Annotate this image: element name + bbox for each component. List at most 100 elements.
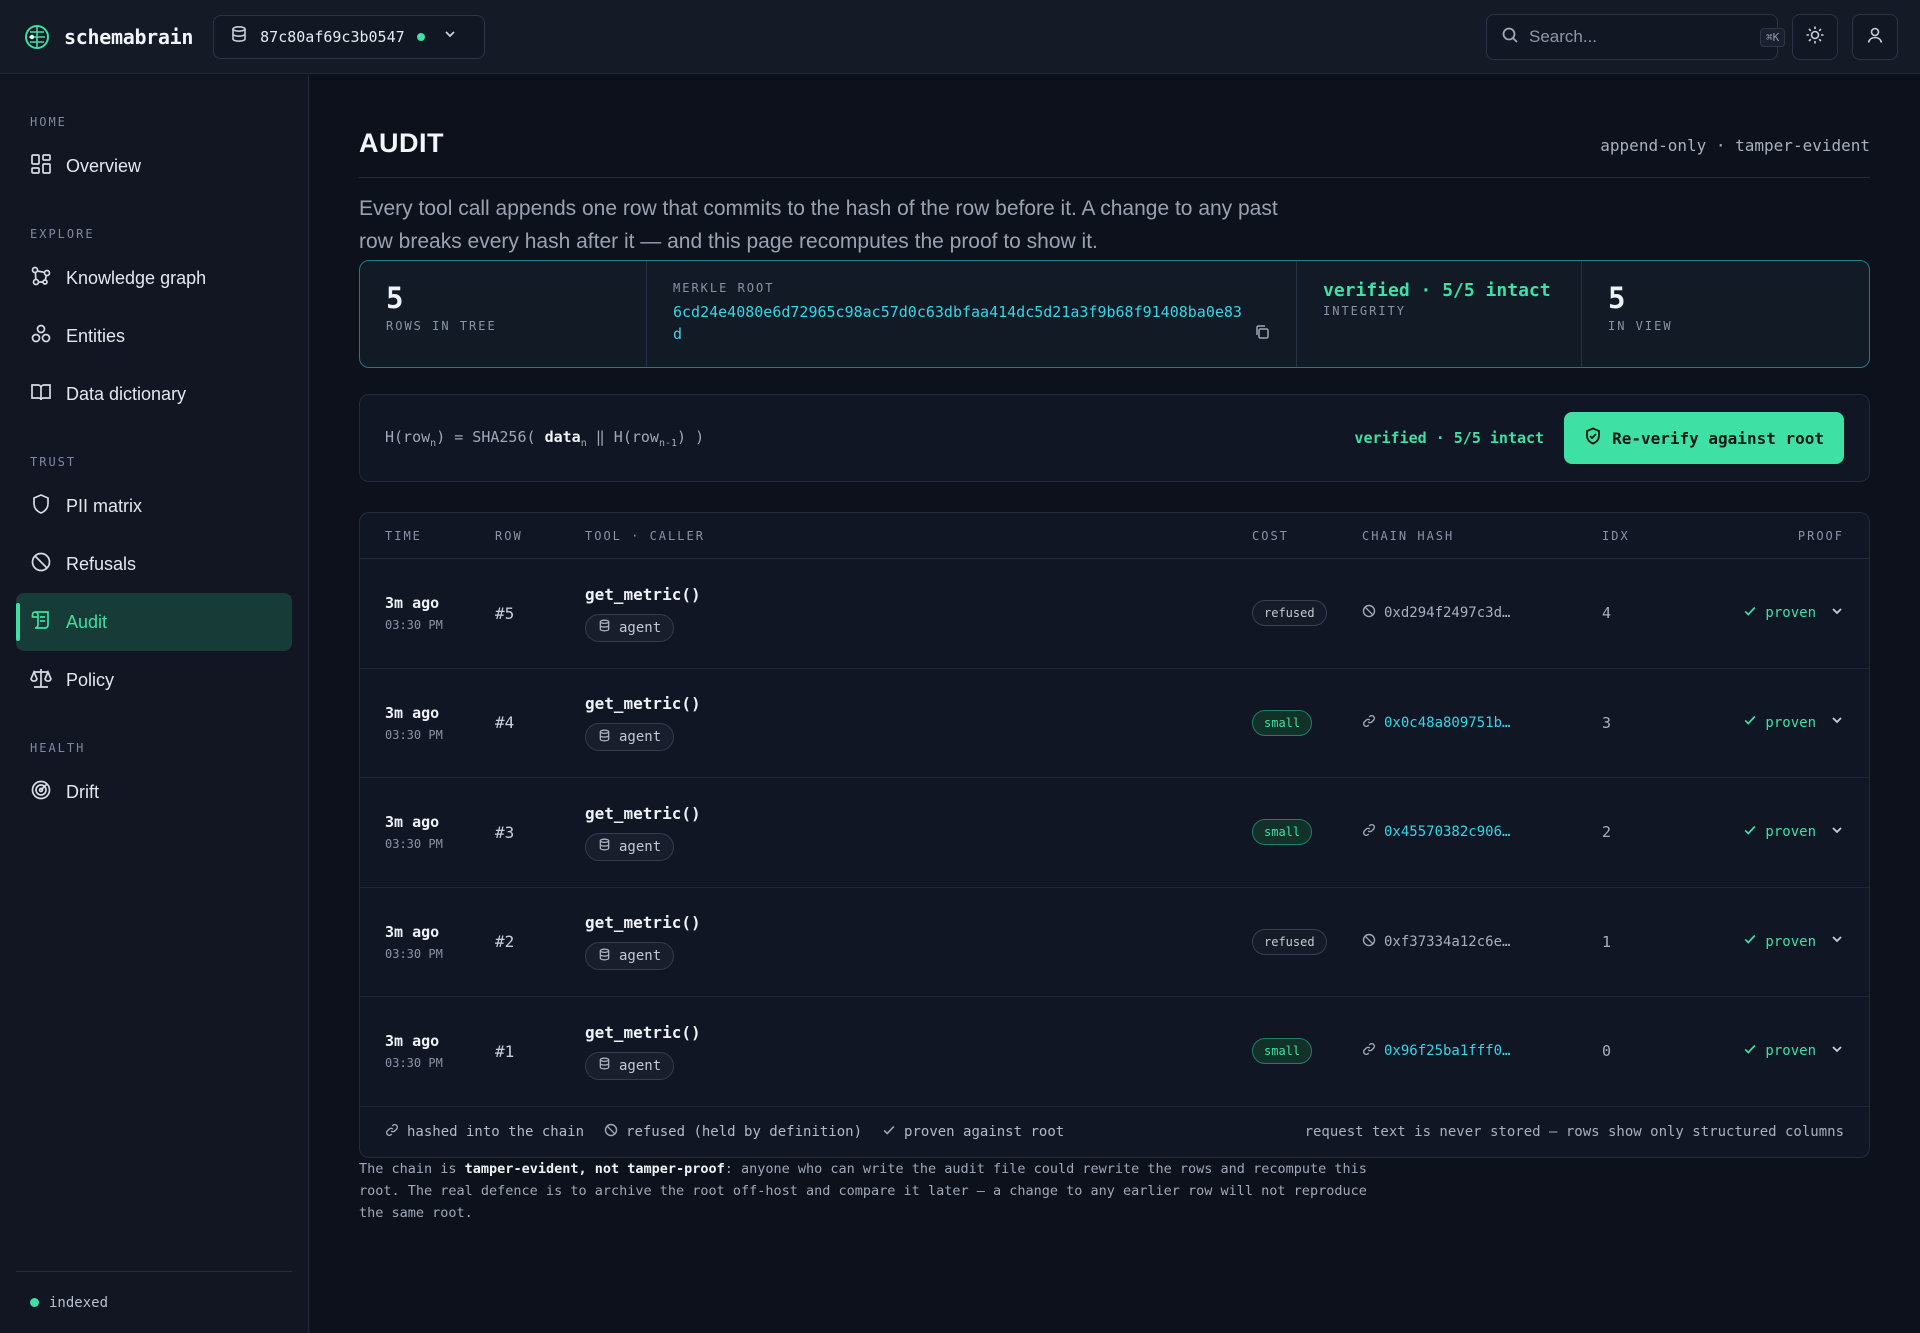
- database-id: 87c80af69c3b0547: [260, 27, 405, 46]
- nav-section-explore: EXPLORE: [30, 227, 95, 241]
- proof-cell[interactable]: proven: [1732, 932, 1844, 951]
- time-ago: 3m ago: [385, 594, 440, 613]
- chain-hash[interactable]: 0x0c48a809751b…: [1362, 714, 1602, 732]
- sidebar-item-policy[interactable]: Policy: [16, 651, 292, 709]
- cost-cell: small: [1252, 709, 1362, 736]
- caller-chip[interactable]: agent: [585, 942, 675, 971]
- caller-chip[interactable]: agent: [585, 613, 675, 642]
- verification-status: verified · 5/5 intact: [1354, 429, 1545, 447]
- table-row[interactable]: 3m ago 03:30 PM #3 get_metric() agent small 0x…: [360, 778, 1869, 888]
- theme-toggle-button[interactable]: [1792, 14, 1838, 60]
- tool-cell: get_metric()agent: [585, 913, 1252, 971]
- cost-cell: small: [1252, 819, 1362, 846]
- table-row[interactable]: 3m ago 03:30 PM #5 get_metric() agent refused…: [360, 559, 1869, 669]
- caller-chip[interactable]: agent: [585, 832, 675, 861]
- hash-cell: 0x45570382c906…: [1362, 823, 1602, 841]
- audit-table: TIME ROW TOOL · CALLER COST CHAIN HASH I…: [359, 512, 1870, 1158]
- chevron-down-icon[interactable]: [1830, 1042, 1844, 1061]
- sidebar-item-label: Overview: [66, 155, 142, 176]
- column-chain-hash: CHAIN HASH: [1362, 528, 1455, 543]
- chevron-down-icon[interactable]: [1830, 932, 1844, 951]
- legend-refused-label: refused (held by definition): [626, 1123, 863, 1140]
- sidebar-item-entities[interactable]: Entities: [16, 307, 292, 365]
- legend-proven-label: proven against root: [904, 1123, 1065, 1140]
- caller-chip[interactable]: agent: [585, 723, 675, 752]
- idx-value: 3: [1602, 713, 1612, 732]
- shield-check-icon: [1584, 427, 1602, 449]
- chain-hash-value: 0xd294f2497c3d…: [1384, 605, 1511, 622]
- hash-cell: 0x0c48a809751b…: [1362, 714, 1602, 732]
- link-icon: [1362, 1042, 1376, 1060]
- idx-value: 2: [1602, 823, 1612, 842]
- proof-cell[interactable]: proven: [1732, 713, 1844, 732]
- cost-badge: refused: [1252, 928, 1327, 955]
- row-number: #5: [495, 603, 515, 623]
- scroll-icon: [30, 609, 52, 636]
- top-bar: schemabrain 87c80af69c3b0547 ⌘K: [0, 0, 1920, 74]
- connection-status-dot: [416, 32, 425, 41]
- brand[interactable]: schemabrain: [24, 24, 193, 50]
- scale-icon: [30, 667, 52, 694]
- table-row[interactable]: 3m ago 03:30 PM #2 get_metric() agent refused…: [360, 888, 1869, 997]
- time-cell: 3m ago 03:30 PM: [385, 704, 495, 742]
- sidebar-item-overview[interactable]: Overview: [16, 137, 292, 195]
- account-button[interactable]: [1852, 14, 1898, 60]
- sidebar-item-pii-matrix[interactable]: PII matrix: [16, 477, 292, 535]
- link-icon: [1362, 714, 1376, 732]
- chevron-down-icon[interactable]: [1830, 604, 1844, 623]
- sidebar-item-drift[interactable]: Drift: [16, 763, 292, 821]
- verification-bar: H(rown) = SHA256( datan ‖ H(rown-1) ) ve…: [359, 394, 1870, 482]
- time-clock: 03:30 PM: [385, 1056, 443, 1071]
- row-number: #4: [495, 713, 515, 733]
- chain-hash[interactable]: 0x45570382c906…: [1362, 823, 1602, 841]
- tool-cell: get_metric() agent: [585, 694, 1252, 752]
- database-switcher[interactable]: 87c80af69c3b0547: [213, 14, 486, 59]
- sidebar-item-refusals[interactable]: Refusals: [16, 535, 292, 593]
- time-cell: 3m ago 03:30 PM: [385, 1032, 495, 1070]
- caller-chip[interactable]: agent: [585, 1051, 675, 1080]
- time-clock: 03:30 PM: [385, 946, 443, 961]
- chain-hash[interactable]: 0x96f25ba1fff0…: [1362, 1042, 1602, 1060]
- table-row[interactable]: 3m ago 03:30 PM #1 get_metric() agent small 0x…: [360, 997, 1869, 1107]
- caller-label: agent: [619, 838, 662, 855]
- proof-cell[interactable]: proven: [1732, 1042, 1844, 1061]
- sidebar-item-label: Data dictionary: [66, 383, 187, 404]
- legend-refused: refused (held by definition): [604, 1123, 862, 1141]
- hash-cell: 0xd294f2497c3d…: [1362, 604, 1602, 622]
- hash-cell: 0xf37334a12c6e…: [1362, 933, 1602, 951]
- chevron-down-icon[interactable]: [1830, 713, 1844, 732]
- reverify-button[interactable]: Re-verify against root: [1564, 412, 1844, 464]
- sidebar-item-audit[interactable]: Audit: [16, 593, 292, 651]
- row-number: #1: [495, 1041, 515, 1061]
- legend-chained-label: hashed into the chain: [407, 1123, 585, 1140]
- stat-merkle-root: MERKLE ROOT 6cd24e4080e6d72965c98ac57d0c…: [647, 261, 1297, 367]
- search-box[interactable]: ⌘K: [1486, 14, 1786, 60]
- sidebar-item-label: Drift: [66, 781, 99, 802]
- merkle-root-value[interactable]: 6cd24e4080e6d72965c98ac57d0c63dbfaa414dc…: [673, 301, 1246, 345]
- table-row[interactable]: 3m ago 03:30 PM #4 get_metric() agent small 0x…: [360, 669, 1869, 778]
- database-icon: [598, 1057, 611, 1074]
- graph-icon: [30, 265, 52, 292]
- proof-cell[interactable]: proven: [1732, 604, 1844, 623]
- cost-badge: small: [1252, 819, 1313, 846]
- table-body: 3m ago 03:30 PM #5 get_metric() agent refused…: [360, 559, 1869, 1107]
- integrity-label: INTEGRITY: [1323, 304, 1407, 318]
- sidebar-item-knowledge-graph[interactable]: Knowledge graph: [16, 249, 292, 307]
- chevron-down-icon: [443, 27, 457, 46]
- time-ago: 3m ago: [385, 1032, 440, 1051]
- row-number: #3: [495, 822, 515, 842]
- copy-icon[interactable]: [1254, 324, 1270, 345]
- search-input[interactable]: [1529, 27, 1750, 47]
- stat-in-view: 5 IN VIEW: [1582, 261, 1869, 367]
- column-row: ROW: [495, 528, 523, 543]
- tool-name: get_metric(): [585, 913, 701, 933]
- chevron-down-icon[interactable]: [1830, 823, 1844, 842]
- brain-logo-icon: [24, 24, 50, 50]
- sidebar-item-data-dictionary[interactable]: Data dictionary: [16, 365, 292, 423]
- ban-icon: [30, 551, 52, 578]
- chain-hash-value: 0x96f25ba1fff0…: [1384, 1043, 1511, 1060]
- check-icon: [882, 1123, 896, 1141]
- main-content: AUDIT append-only · tamper-evident Every…: [359, 75, 1870, 1224]
- proof-cell[interactable]: proven: [1732, 823, 1844, 842]
- caller-label: agent: [619, 948, 662, 965]
